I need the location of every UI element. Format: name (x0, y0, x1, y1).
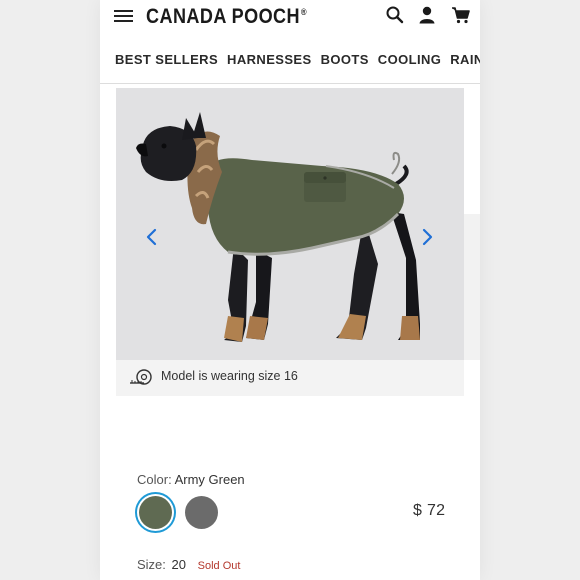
color-selector-label: Color: Army Green (137, 472, 245, 487)
registered-mark: ® (300, 7, 307, 17)
site-logo[interactable]: CANADA POOCH® (146, 5, 307, 29)
chevron-right-icon[interactable] (419, 226, 435, 248)
color-value: Army Green (174, 472, 245, 487)
site-header: CANADA POOCH® (100, 0, 480, 36)
dog-wearing-parka-image (136, 112, 420, 342)
nav-item-harnesses[interactable]: HARNESSES (227, 52, 312, 67)
cart-icon[interactable] (451, 5, 471, 25)
size-selector-label: Size: 20 Sold Out (137, 557, 240, 572)
size-value: 20 (171, 557, 186, 572)
model-size-caption: Model is wearing size 16 (116, 360, 464, 396)
product-page: CANADA POOCH® BEST SELLERS HARNESSES BOOTS… (100, 0, 480, 580)
category-nav: BEST SELLERS HARNESSES BOOTS COOLING RAINWEA… (100, 44, 480, 84)
product-price: $ 72 (413, 502, 446, 519)
sold-out-badge: Sold Out (197, 560, 241, 572)
user-icon[interactable] (417, 5, 437, 25)
search-icon[interactable] (385, 5, 405, 25)
measuring-tape-icon (130, 369, 152, 385)
swatch-grey[interactable] (185, 496, 218, 529)
size-label: Size: (137, 557, 166, 572)
product-image-carousel[interactable] (116, 88, 464, 360)
hamburger-menu-icon[interactable] (114, 10, 133, 24)
caption-text: Model is wearing size 16 (161, 369, 298, 383)
nav-item-cooling[interactable]: COOLING (378, 52, 441, 67)
color-label: Color: (137, 472, 172, 487)
nav-item-best-sellers[interactable]: BEST SELLERS (115, 52, 218, 67)
nav-item-boots[interactable]: BOOTS (321, 52, 369, 67)
chevron-left-icon[interactable] (144, 226, 160, 248)
logo-text: CANADA POOCH (146, 5, 300, 28)
swatch-army-green[interactable] (139, 496, 172, 529)
next-slide-peek (464, 214, 480, 360)
nav-item-rainwear[interactable]: RAINWEAR (450, 52, 480, 67)
